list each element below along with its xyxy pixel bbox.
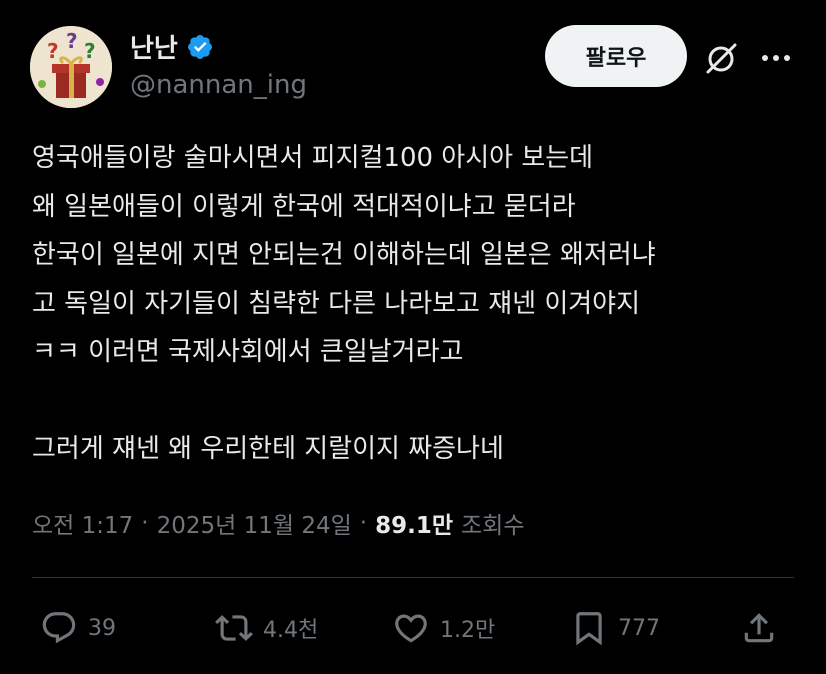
bookmark-icon	[576, 612, 602, 646]
bookmark-button[interactable]: 777	[570, 600, 660, 656]
post-text-line: ㅋㅋ 이러면 국제사회에서 큰일날거라고	[32, 337, 464, 367]
post-text-line: 왜 일본애들이 이렇게 한국에 적대적이냐고 묻더라	[32, 191, 576, 222]
post-date[interactable]: 2025년 11월 24일	[157, 506, 352, 540]
bookmark-count: 777	[618, 615, 660, 641]
svg-text:?: ?	[66, 29, 78, 53]
repost-count: 4.4천	[263, 618, 319, 643]
post-text-line: 영국애들이랑 술마시면서 피지컬100 아시아 보는데	[32, 143, 594, 173]
post-text: 영국애들이랑 술마시면서 피지컬100 아시아 보는데 왜 일본애들이 이렇게 …	[32, 134, 812, 474]
views-count[interactable]: 89.1만	[375, 506, 453, 540]
svg-text:?: ?	[47, 39, 59, 63]
reply-icon	[42, 612, 76, 644]
gift-box-question-avatar: ? ? ?	[30, 26, 112, 108]
reply-count: 39	[88, 615, 116, 641]
avatar[interactable]: ? ? ?	[30, 26, 112, 108]
like-count: 1.2만	[440, 618, 496, 643]
reply-button[interactable]: 39	[40, 600, 116, 656]
share-button[interactable]	[740, 600, 778, 656]
author-name-row[interactable]: 난난	[130, 28, 214, 65]
svg-text:?: ?	[84, 39, 96, 63]
repost-icon	[215, 615, 253, 641]
divider	[32, 577, 794, 578]
author-handle[interactable]: @nannan_ing	[130, 70, 307, 100]
grok-icon[interactable]	[702, 40, 740, 78]
meta-separator: ·	[359, 510, 368, 536]
post-text-line: 한국이 일본에 지면 안되는건 이해하는데 일본은 왜저러냐	[32, 240, 656, 270]
share-icon	[744, 613, 774, 643]
meta-separator: ·	[141, 510, 149, 536]
post-text-line: 고 독일이 자기들이 침략한 다른 나라보고 쟤넨 이겨야지	[32, 288, 641, 319]
more-icon[interactable]	[758, 46, 794, 70]
post-text-line: 그러게 쟤넨 왜 우리한테 지랄이지 짜증나네	[32, 434, 504, 464]
follow-button[interactable]: 팔로우	[545, 25, 687, 87]
post-text-line	[32, 377, 812, 426]
views-label: 조회수	[461, 513, 525, 539]
verified-badge-icon	[186, 33, 214, 61]
post-meta: 오전 1:17 · 2025년 11월 24일 · 89.1만 조회수	[32, 506, 524, 540]
display-name[interactable]: 난난	[130, 28, 178, 65]
action-bar: 39 4.4천 1.2만 777	[40, 600, 790, 656]
repost-button[interactable]: 4.4천	[215, 600, 318, 656]
like-button[interactable]: 1.2만	[392, 600, 495, 656]
heart-icon	[395, 614, 427, 643]
post-time[interactable]: 오전 1:17	[32, 506, 133, 540]
